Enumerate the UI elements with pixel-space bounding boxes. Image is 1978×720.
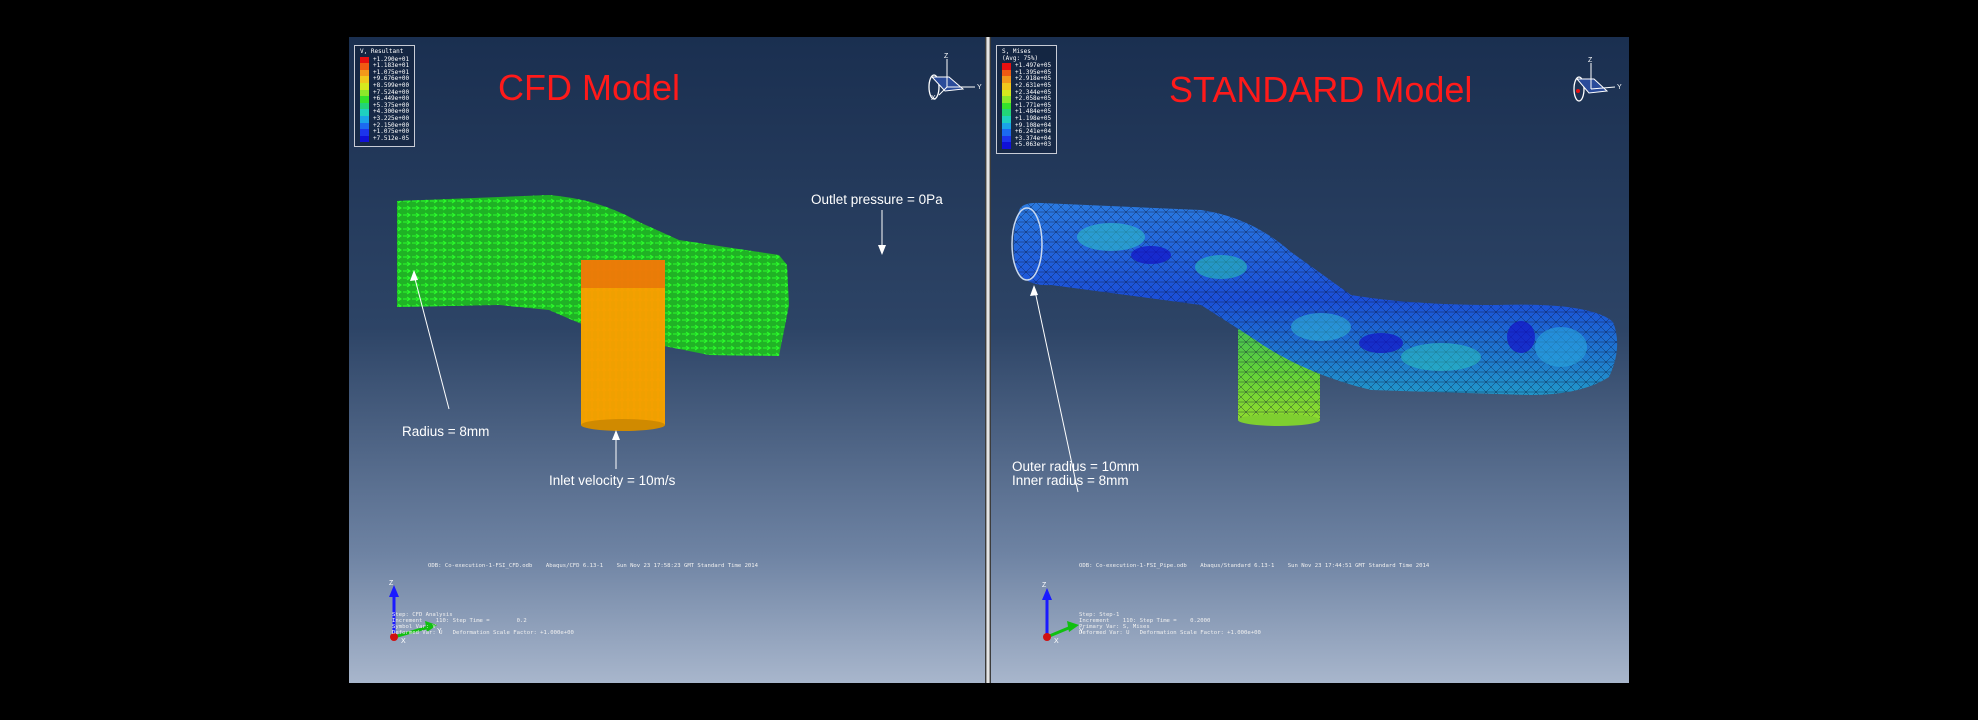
standard-viewport[interactable]: S, Mises (Avg: 75%) +1.497e+05 +1.395e+05…: [991, 37, 1629, 683]
svg-text:Z: Z: [1042, 582, 1047, 589]
cfd-model-graphic: Y Z X Z Y X: [389, 53, 982, 645]
cfd-viewport[interactable]: V, Resultant +1.290e+01 +1.183e+01 +1.075e…: [349, 37, 985, 683]
svg-text:X: X: [1054, 638, 1059, 645]
standard-model-graphic: Y Z Z Y X: [1011, 57, 1622, 645]
cfd-odb-info: ODB: Co-execution-1-FSI_CFD.odb Abaqus/C…: [428, 563, 759, 569]
standard-view-triad-icon: Y Z: [1573, 57, 1622, 102]
cfd-triad-z: Z: [944, 53, 949, 60]
cfd-triad-y: Y: [977, 84, 982, 91]
svg-text:X: X: [401, 638, 406, 645]
standard-deformed-info: Deformed Var: U Deformation Scale Factor…: [1079, 630, 1261, 636]
standard-odb-info: ODB: Co-execution-1-FSI_Pipe.odb Abaqus/…: [1079, 563, 1430, 569]
cfd-view-triad-icon: Y Z X: [928, 53, 982, 102]
standard-inner-radius-label: Inner radius = 8mm: [1012, 473, 1129, 488]
cfd-inlet-label: Inlet velocity = 10m/s: [549, 473, 676, 488]
cfd-deformed-info: Deformed Var: U Deformation Scale Factor…: [392, 630, 574, 636]
standard-outer-radius-label: Outer radius = 10mm: [1012, 459, 1140, 474]
cfd-triad-x: X: [931, 95, 936, 102]
cfd-outlet-label: Outlet pressure = 0Pa: [811, 192, 943, 207]
standard-axis-triad-icon: Z Y X: [1042, 582, 1084, 645]
standard-triad-z: Z: [1588, 57, 1593, 64]
svg-text:Z: Z: [389, 580, 394, 587]
cfd-radius-label: Radius = 8mm: [402, 424, 490, 439]
standard-triad-y: Y: [1617, 84, 1622, 91]
